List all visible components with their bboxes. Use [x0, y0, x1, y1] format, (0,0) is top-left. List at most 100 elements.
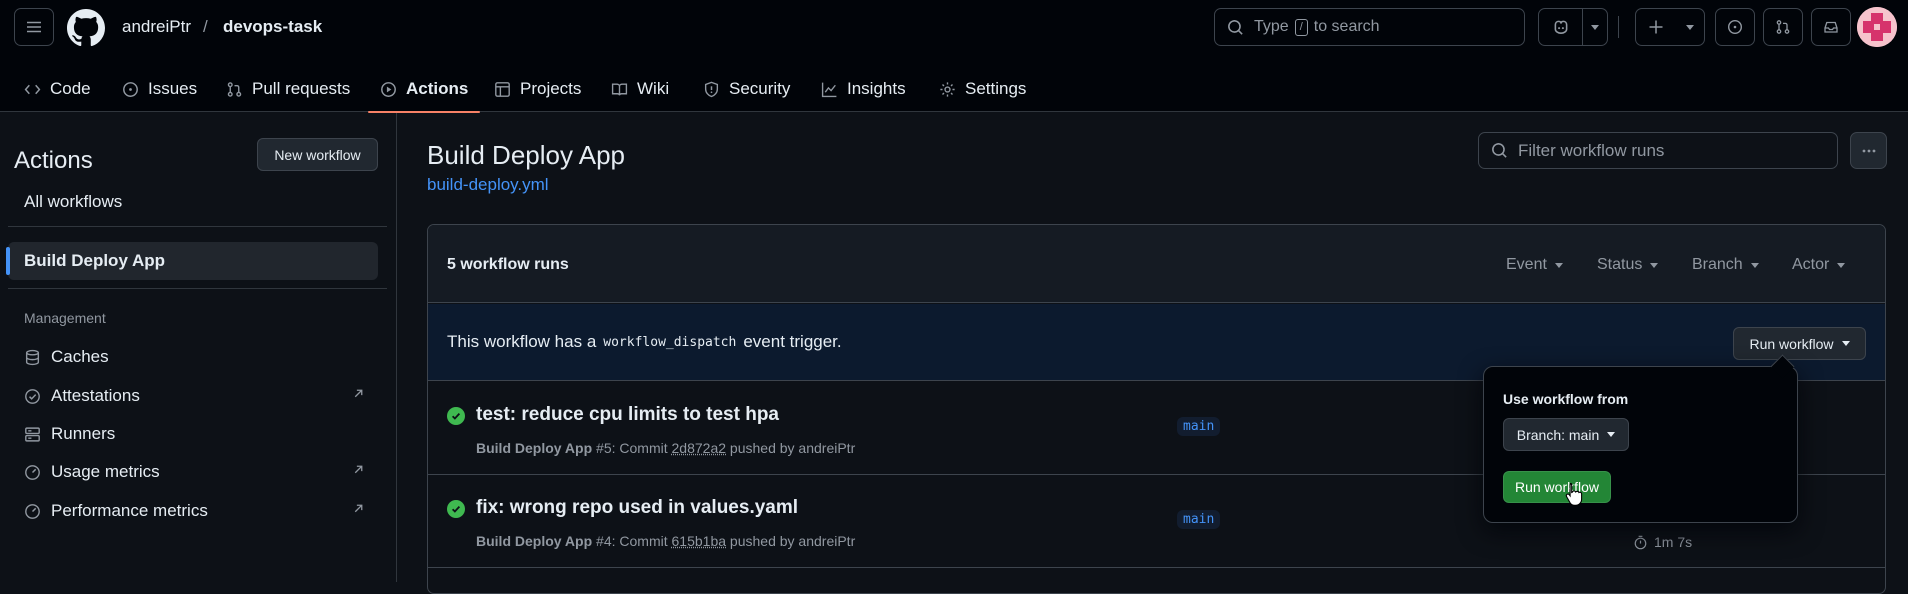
run-workflow-submit-button[interactable]: Run workflow [1503, 471, 1611, 503]
global-search-input[interactable]: Type / to search [1214, 8, 1525, 46]
tab-security[interactable]: Security [699, 66, 794, 112]
tab-wiki[interactable]: Wiki [607, 66, 673, 112]
tab-projects-label: Projects [520, 79, 581, 99]
sidebar-divider [8, 226, 387, 227]
run-workflow-dropdown-button[interactable]: Run workflow [1733, 327, 1866, 360]
search-icon [1491, 142, 1508, 159]
search-prefix: Type [1254, 18, 1289, 36]
sidebar-item-caches[interactable]: Caches [24, 347, 109, 367]
branch-label[interactable]: main [1177, 417, 1220, 436]
run-meta: Build Deploy App #4: Commit 615b1ba push… [476, 533, 855, 549]
run-title-link[interactable]: test: reduce cpu limits to test hpa [476, 404, 779, 426]
filter-workflow-runs-input[interactable]: Filter workflow runs [1478, 132, 1838, 169]
selected-indicator [6, 247, 10, 275]
tab-insights[interactable]: Insights [817, 66, 910, 112]
run-workflow-label: Run workflow [1749, 336, 1833, 352]
run-commit-label: : Commit [612, 440, 668, 456]
create-new-button[interactable] [1635, 8, 1705, 46]
chevron-down-icon [1555, 263, 1563, 268]
filter-label: Actor [1792, 256, 1829, 274]
verified-icon [24, 388, 41, 405]
branch-label[interactable]: main [1177, 510, 1220, 529]
menu-button[interactable] [14, 8, 54, 46]
server-icon [24, 426, 41, 443]
tab-issues[interactable]: Issues [118, 66, 201, 112]
code-icon [24, 81, 41, 98]
breadcrumb-owner[interactable]: andreiPtr [122, 17, 191, 37]
tab-code[interactable]: Code [20, 66, 95, 112]
gear-icon [939, 81, 956, 98]
tab-pull-requests[interactable]: Pull requests [222, 66, 354, 112]
run-duration: 1m 7s [1633, 534, 1692, 550]
filter-actor-dropdown[interactable]: Actor [1792, 256, 1845, 274]
issue-opened-icon [122, 81, 139, 98]
dispatch-suffix: event trigger. [743, 332, 841, 352]
filter-event-dropdown[interactable]: Event [1506, 256, 1563, 274]
user-avatar[interactable] [1857, 7, 1897, 47]
run-workflow-name: Build Deploy App [476, 533, 592, 549]
run-duration-label: 1m 7s [1654, 534, 1692, 550]
copilot-menu-button[interactable] [1583, 9, 1607, 45]
run-workflow-name: Build Deploy App [476, 440, 592, 456]
tab-actions[interactable]: Actions [376, 66, 472, 112]
chevron-down-icon [1842, 341, 1850, 346]
sidebar-item-performance-metrics[interactable]: Performance metrics [24, 501, 208, 521]
issue-opened-icon [1727, 19, 1743, 35]
git-pull-request-icon [226, 81, 243, 98]
git-pull-request-icon [1775, 19, 1791, 35]
new-workflow-button[interactable]: New workflow [257, 138, 378, 171]
commit-sha-link[interactable]: 615b1ba [672, 533, 727, 549]
notifications-button[interactable] [1811, 8, 1851, 46]
search-suffix: to search [1314, 18, 1380, 36]
filter-status-dropdown[interactable]: Status [1597, 256, 1658, 274]
chevron-down-icon [1751, 263, 1759, 268]
sidebar-divider [8, 288, 387, 289]
run-pushed-by: pushed by andreiPtr [730, 440, 855, 456]
tab-pull-requests-label: Pull requests [252, 79, 350, 99]
hamburger-icon [26, 19, 42, 35]
link-external-icon [352, 502, 365, 515]
commit-sha-link[interactable]: 2d872a2 [672, 440, 727, 456]
chevron-down-icon [1650, 263, 1658, 268]
filter-branch-dropdown[interactable]: Branch [1692, 256, 1759, 274]
sidebar-item-label: Usage metrics [51, 462, 160, 482]
your-pull-requests-button[interactable] [1763, 8, 1803, 46]
branch-select-label: Branch: main [1517, 427, 1599, 443]
tab-projects[interactable]: Projects [490, 66, 585, 112]
run-number: #4 [596, 533, 612, 549]
breadcrumb-repo[interactable]: devops-task [223, 17, 322, 37]
actions-sidebar: Actions New workflow All workflows Build… [0, 113, 397, 582]
sidebar-item-label: Attestations [51, 386, 140, 406]
page-title: Build Deploy App [427, 140, 625, 171]
tab-code-label: Code [50, 79, 91, 99]
tab-wiki-label: Wiki [637, 79, 669, 99]
run-workflow-popover: Use workflow from Branch: main Run workf… [1483, 366, 1798, 523]
filter-label: Event [1506, 256, 1547, 274]
sidebar-item-usage-metrics[interactable]: Usage metrics [24, 462, 160, 482]
tab-actions-label: Actions [406, 79, 468, 99]
chevron-down-icon [1591, 25, 1599, 30]
chevron-down-icon [1686, 25, 1694, 30]
tab-security-label: Security [729, 79, 790, 99]
meter-icon [24, 503, 41, 520]
copilot-button[interactable] [1539, 9, 1583, 45]
workflow-options-button[interactable] [1850, 132, 1887, 169]
chevron-down-icon [1837, 263, 1845, 268]
sidebar-item-attestations[interactable]: Attestations [24, 386, 140, 406]
run-title-link[interactable]: fix: wrong repo used in values.yaml [476, 497, 798, 519]
sidebar-item-build-deploy-app-label: Build Deploy App [24, 251, 165, 271]
workflow-file-link[interactable]: build-deploy.yml [427, 175, 549, 195]
sidebar-item-all-workflows[interactable]: All workflows [24, 192, 122, 212]
github-logo-icon[interactable] [67, 9, 105, 47]
chevron-down-icon [1607, 432, 1615, 437]
branch-select-button[interactable]: Branch: main [1503, 418, 1629, 451]
run-commit-label: : Commit [612, 533, 668, 549]
kebab-horizontal-icon [1861, 143, 1877, 159]
your-issues-button[interactable] [1715, 8, 1755, 46]
sidebar-item-label: Caches [51, 347, 109, 367]
sidebar-item-runners[interactable]: Runners [24, 424, 115, 444]
dispatch-prefix: This workflow has a [447, 332, 596, 352]
inbox-icon [1823, 19, 1839, 35]
dispatch-message: This workflow has a workflow_dispatch ev… [447, 332, 842, 352]
tab-settings[interactable]: Settings [935, 66, 1030, 112]
